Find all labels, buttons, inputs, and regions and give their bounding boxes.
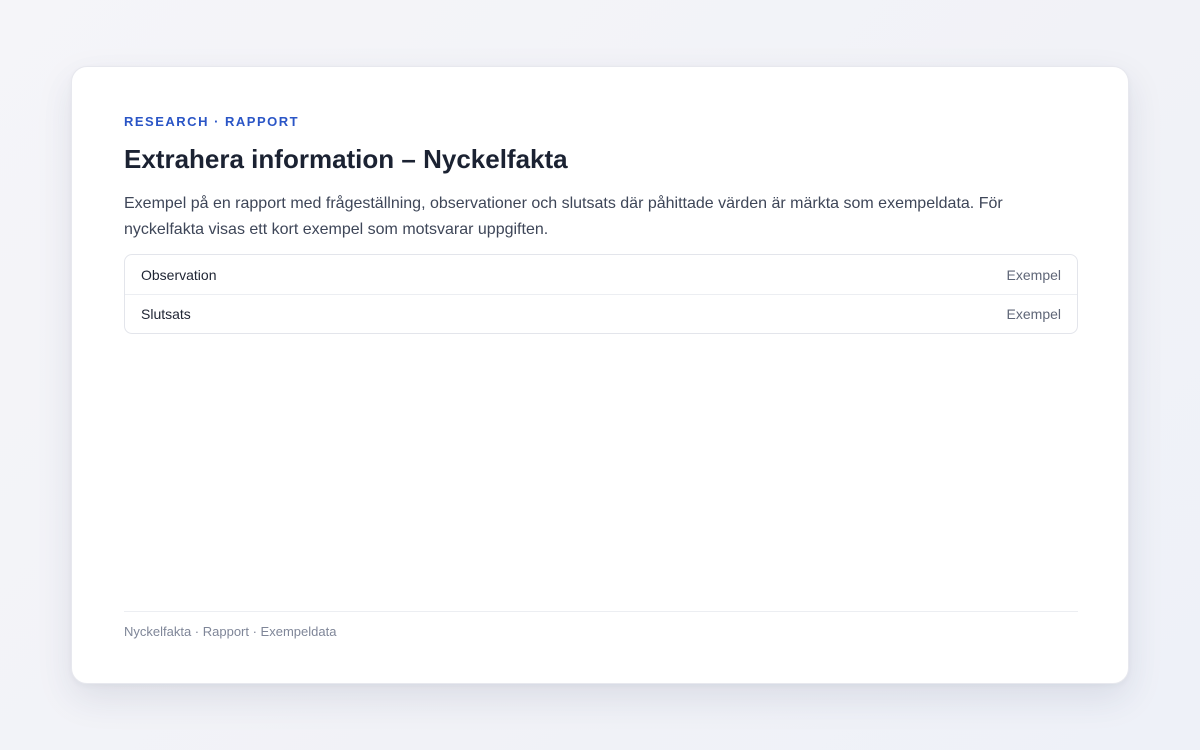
card-footer: Nyckelfakta · Rapport · Exempeldata bbox=[124, 611, 1078, 639]
fact-value: Exempel bbox=[1006, 266, 1061, 283]
report-card: RESEARCH · RAPPORT Extrahera information… bbox=[71, 66, 1129, 684]
fact-row-slutsats: Slutsats Exempel bbox=[125, 294, 1077, 333]
key-facts-table: Observation Exempel Slutsats Exempel bbox=[124, 254, 1078, 334]
page-title: Extrahera information – Nyckelfakta bbox=[124, 144, 568, 174]
fact-label: Observation bbox=[141, 266, 217, 283]
fact-value: Exempel bbox=[1006, 306, 1061, 322]
eyebrow-label: RESEARCH · RAPPORT bbox=[124, 114, 300, 129]
fact-row-observation: Observation Exempel bbox=[125, 255, 1077, 294]
page-description: Exempel på en rapport med frågeställning… bbox=[124, 195, 1003, 238]
fact-label: Slutsats bbox=[141, 306, 191, 322]
